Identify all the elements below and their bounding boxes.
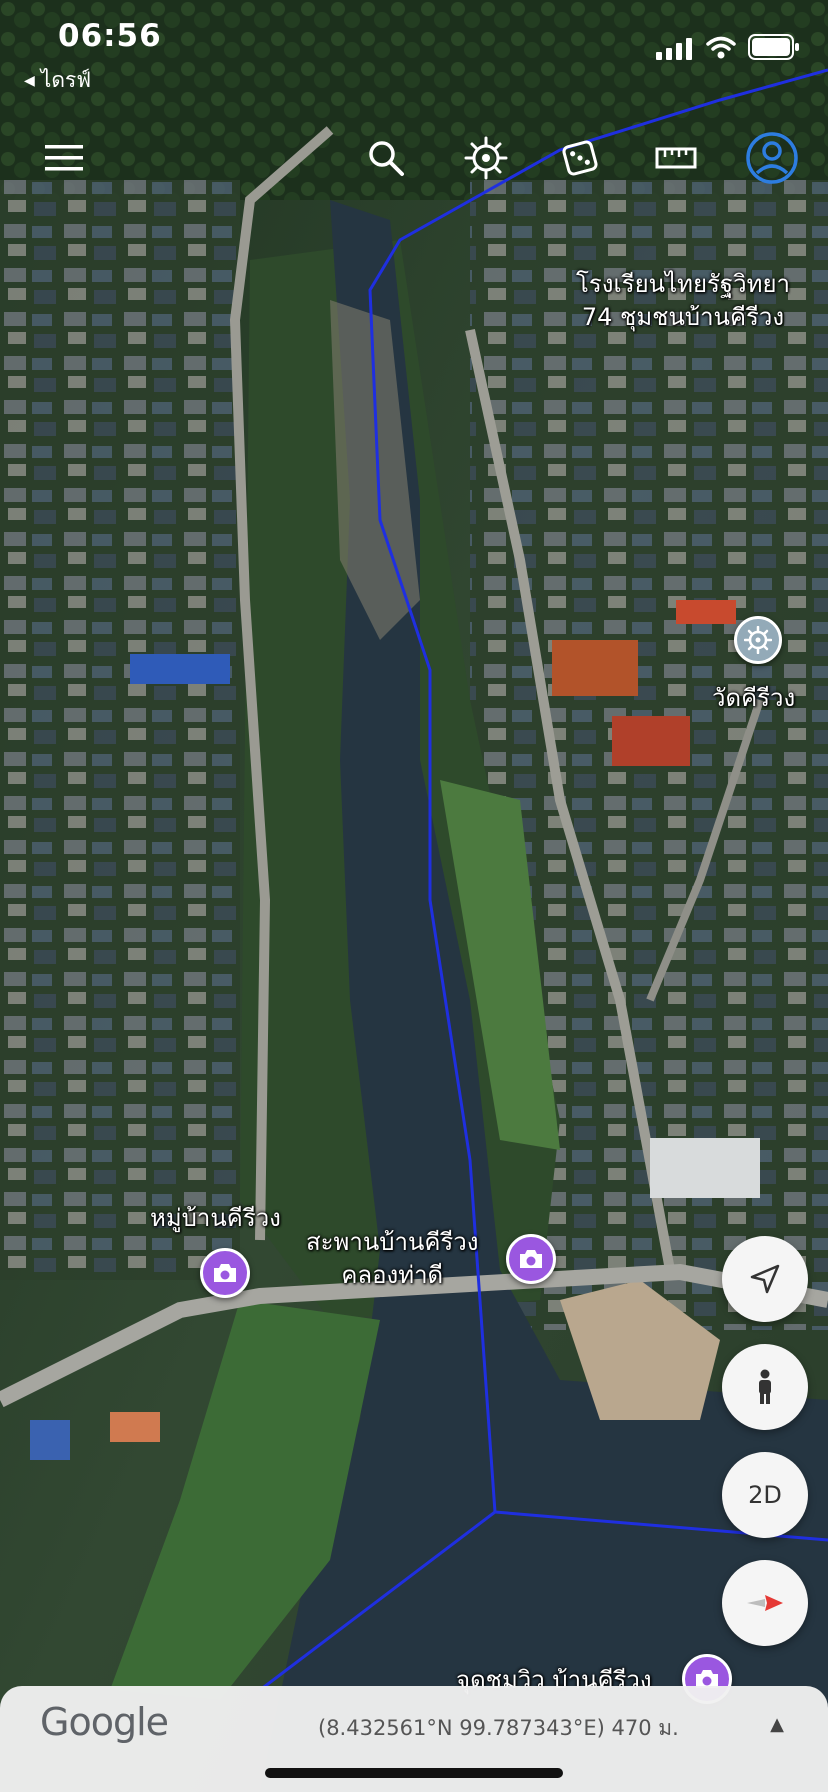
compass-icon: [747, 1595, 783, 1611]
search-icon: [369, 141, 404, 176]
wifi-icon: [706, 36, 736, 59]
village-photo-pin[interactable]: [200, 1248, 250, 1298]
street-view-button[interactable]: [722, 1344, 808, 1430]
bridge-name-line2: คลองท่าดี: [341, 1261, 444, 1289]
ruler-icon: [655, 147, 697, 169]
navigation-icon: [750, 1264, 780, 1294]
status-time: 06:56: [58, 18, 162, 54]
account-icon: [746, 132, 798, 184]
back-arrow-icon: ◀: [24, 72, 35, 89]
school-name-line1: โรงเรียนไทยรัฐวิทยา: [576, 270, 790, 298]
dharma-wheel-icon: [744, 626, 772, 654]
expand-up-icon[interactable]: ▲: [770, 1714, 784, 1735]
camera-icon: [520, 1250, 542, 1268]
place-label-village[interactable]: หมู่บ้านคีรีวง: [150, 1202, 281, 1235]
home-indicator[interactable]: [265, 1768, 563, 1778]
status-bar: 06:56 ◀ ไดรฟ์: [0, 0, 828, 100]
status-icons: [656, 34, 800, 60]
back-to-app-link[interactable]: ◀ ไดรฟ์: [24, 64, 91, 97]
back-app-label: ไดรฟ์: [40, 68, 92, 92]
compass-button[interactable]: [722, 1560, 808, 1646]
menu-icon: [45, 145, 83, 171]
account-button[interactable]: [744, 130, 800, 186]
view-2d-button[interactable]: 2D: [722, 1452, 808, 1538]
view-mode-label: 2D: [748, 1481, 782, 1509]
bridge-name-line1: สะพานบ้านคีรีวง: [306, 1228, 479, 1256]
bridge-photo-pin[interactable]: [506, 1234, 556, 1284]
feeling-lucky-button[interactable]: [552, 130, 608, 186]
place-label-bridge[interactable]: สะพานบ้านคีรีวง คลองท่าดี: [306, 1226, 479, 1292]
battery-icon: [748, 34, 799, 60]
search-button[interactable]: [358, 130, 414, 186]
temple-pin[interactable]: [734, 616, 782, 664]
voyager-button[interactable]: [458, 130, 514, 186]
google-logo: Google: [40, 1700, 169, 1744]
camera-icon: [214, 1264, 236, 1282]
bottom-bar: Google (8.432561°N 99.787343°E) 470 ม. ▲: [0, 1686, 828, 1792]
voyager-icon: [464, 136, 508, 180]
dice-icon: [562, 140, 598, 176]
measure-button[interactable]: [648, 130, 704, 186]
street-view-icon: [759, 1369, 771, 1404]
menu-button[interactable]: [36, 130, 92, 186]
signal-icon: [656, 38, 692, 60]
place-label-school[interactable]: โรงเรียนไทยรัฐวิทยา 74 ชุมชนบ้านคีรีวง: [576, 268, 790, 334]
school-name-line2: 74 ชุมชนบ้านคีรีวง: [581, 303, 785, 331]
my-location-button[interactable]: [722, 1236, 808, 1322]
place-label-temple[interactable]: วัดคีรีวง: [712, 682, 795, 715]
coordinates-readout: (8.432561°N 99.787343°E) 470 ม.: [318, 1716, 679, 1740]
